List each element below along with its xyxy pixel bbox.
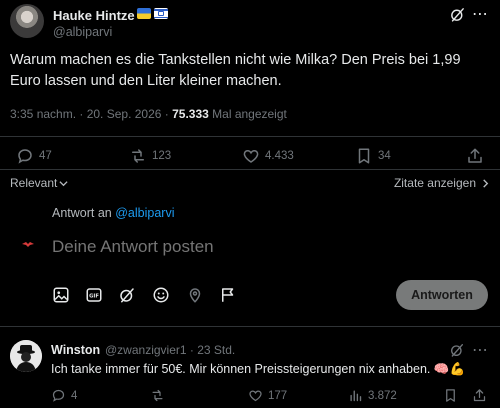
reply-to-line: Antwort an @albiparvi [52,206,174,220]
bookmark-icon [446,389,455,402]
post-timestamp[interactable]: 3:35 nachm. · 20. Sep. 2026 · [10,107,172,121]
repost-icon [152,389,163,402]
reply-to-prefix: Antwort an [52,206,116,220]
reply-action[interactable]: 47 [16,147,52,165]
show-quotes-link[interactable]: Zitate anzeigen [394,176,490,190]
svg-text:GIF: GIF [89,294,99,300]
share-icon [468,148,482,163]
gif-icon[interactable]: GIF [85,286,103,304]
comment-text: Ich tanke immer für 50€. Mir können Prei… [51,362,465,377]
chevron-down-icon [59,180,68,186]
flag-icon[interactable] [219,286,237,304]
grok-icon[interactable] [449,6,466,23]
view-label: Mal angezeigt [208,107,287,121]
more-options-icon[interactable]: ⋯ [472,4,489,24]
heart-icon [243,149,259,163]
user-avatar [21,239,35,249]
reply-submit-button[interactable]: Antworten [396,280,488,310]
share-action[interactable] [466,147,484,165]
view-count: 75.333 [172,107,209,121]
comment-author-handle[interactable]: @zwanzigvier1 · 23 Std. [105,343,235,357]
repost-action[interactable]: 123 [129,147,171,165]
quotes-label: Zitate anzeigen [393,176,476,190]
comment-like-action[interactable]: 177 [248,388,287,403]
reply-to-handle[interactable]: @albiparvi [115,206,174,220]
ukraine-flag-icon [137,8,151,19]
comment-view-count: 3.872 [368,389,397,402]
divider [0,326,500,327]
author-avatar[interactable] [10,4,44,38]
author-name[interactable]: Hauke Hintze [53,8,135,23]
comment-like-count: 177 [268,389,288,402]
bookmark-action[interactable]: 34 [355,147,391,165]
post-text: Warum machen es die Tankstellen nicht wi… [10,52,461,89]
like-action[interactable]: 4.433 [242,147,294,165]
repost-icon [132,149,144,163]
analytics-icon [350,390,362,402]
comment-repost-action[interactable] [150,388,170,403]
comment-avatar[interactable] [10,340,42,372]
reply-icon [52,389,65,402]
emoji-icon[interactable] [152,286,170,304]
bookmark-count: 34 [378,150,391,162]
sort-dropdown[interactable]: Relevant [10,176,68,190]
reply-count: 47 [39,150,52,162]
comment-views-action[interactable]: 3.872 [348,388,397,403]
comment-share-action[interactable] [472,388,487,403]
chevron-right-icon [483,178,489,188]
like-count: 4.433 [265,150,294,162]
grok-icon[interactable] [118,286,136,304]
more-options-icon[interactable]: ⋯ [472,340,489,360]
comment-author-name[interactable]: Winston [51,343,100,357]
reply-icon [18,149,32,164]
location-icon[interactable] [186,286,204,304]
comment-reply-count: 4 [71,389,78,402]
divider [0,136,500,137]
comment-reply-action[interactable]: 4 [51,388,77,403]
comment-body: Ich tanke immer für 50€. Mir können Prei… [51,362,431,376]
bookmark-icon [358,148,370,164]
heart-icon [249,390,262,402]
comment-bookmark-action[interactable] [443,388,458,403]
israel-flag-icon [154,8,168,19]
comment-emoji: 🧠💪 [433,362,466,376]
author-handle[interactable]: @albiparvi [53,25,112,39]
repost-count: 123 [152,150,172,162]
image-icon[interactable] [52,286,70,304]
share-icon [473,389,486,402]
grok-icon[interactable] [449,342,465,358]
post-meta: 3:35 nachm. · 20. Sep. 2026 · 75.333 Mal… [10,107,287,121]
sort-label: Relevant [10,176,58,190]
reply-input[interactable] [52,237,382,257]
divider [0,169,500,170]
